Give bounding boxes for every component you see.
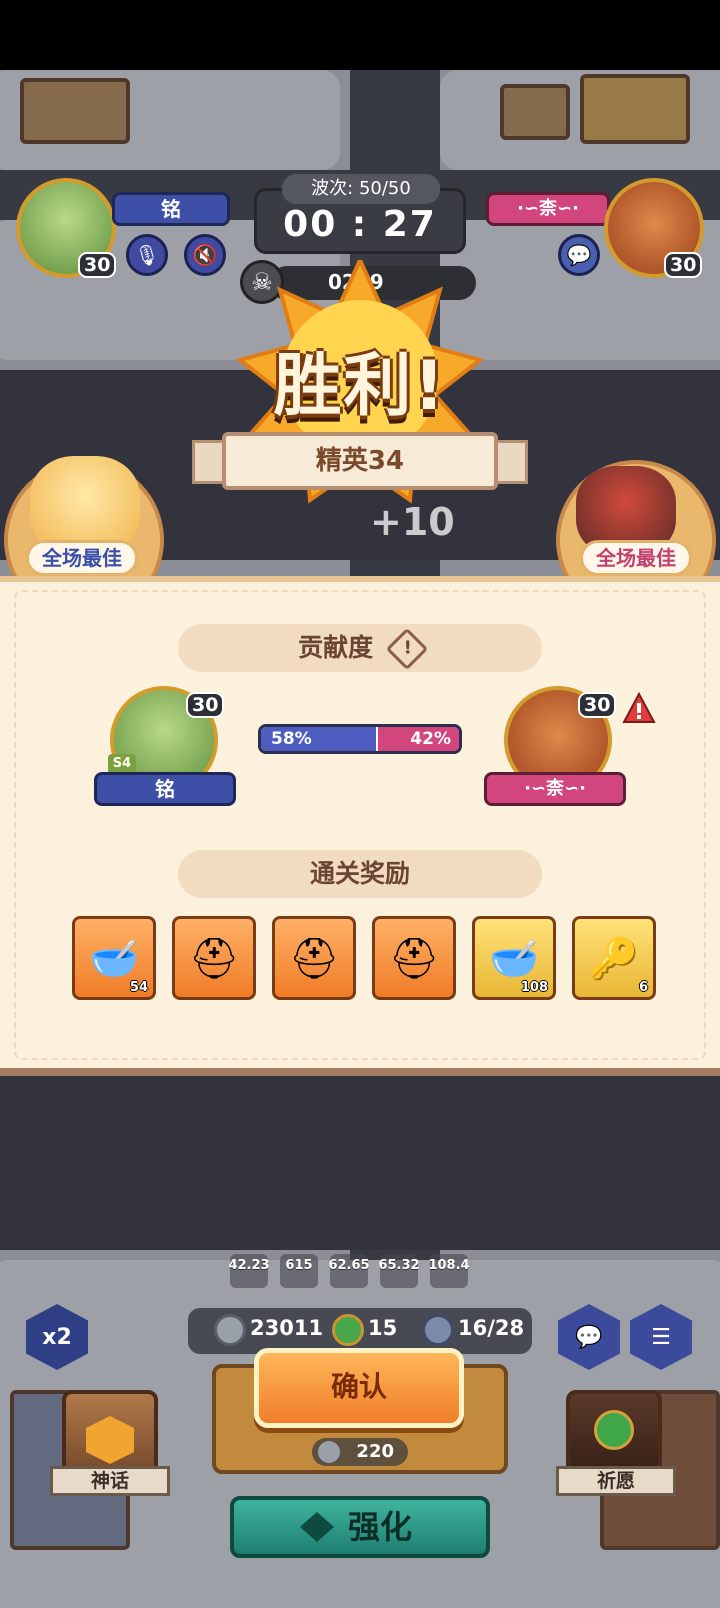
mvp-left-badge: 全场最佳 <box>26 540 138 576</box>
reward-item[interactable]: ⛑ <box>172 916 256 1000</box>
reward-item[interactable]: 🥣 108 <box>472 916 556 1000</box>
countdown-timer: 00 : 27 <box>283 204 437 245</box>
gold-key-icon: 🔑 <box>589 935 639 982</box>
stat-value: 108.4 <box>428 1258 470 1273</box>
player-left-level: 30 <box>78 252 117 278</box>
wish-label[interactable]: 祈愿 <box>556 1466 676 1496</box>
reward-count: 54 <box>129 980 148 995</box>
reward-item[interactable]: 🥣 54 <box>72 916 156 1000</box>
stat-value: 62.65 <box>328 1258 370 1273</box>
golden-bowl-icon: 🥣 <box>489 935 539 982</box>
blue-helmet-icon: ⛑ <box>188 935 240 982</box>
bonus-popup: +10 <box>370 500 455 544</box>
wave-counter: 波次: 50/50 <box>282 174 440 204</box>
info-icon[interactable]: ! <box>385 627 429 671</box>
chat-icon: 💬 <box>575 1324 603 1350</box>
rank-badge: S4 <box>108 754 136 774</box>
menu-icon: ☰ <box>651 1324 671 1350</box>
stage-banner: 精英34 <box>222 432 498 490</box>
rewards-list: 🥣 54 ⛑ ⛑ ⛑ 🥣 108 🔑 6 <box>72 916 662 1002</box>
contribution-left-fill: 58% <box>261 727 376 751</box>
player-right-level: 30 <box>664 252 703 278</box>
sound-muted-icon[interactable]: 🔇 <box>184 234 226 276</box>
clover-icon <box>594 1410 634 1450</box>
reward-count: 108 <box>520 980 548 995</box>
contribution-right-name: ·∽柰∽· <box>484 772 626 806</box>
myth-label[interactable]: 神话 <box>50 1466 170 1496</box>
reward-item[interactable]: 🔑 6 <box>572 916 656 1000</box>
contribution-bar: 58% 42% <box>258 724 462 754</box>
coin-icon <box>318 1441 340 1463</box>
contribution-left-level: 30 <box>186 692 225 718</box>
rewards-header: 通关奖励 <box>178 850 542 898</box>
contribution-right-fill: 42% <box>375 727 459 751</box>
confirm-button[interactable]: 确认 <box>254 1348 464 1428</box>
unit-count: 16/28 <box>458 1316 525 1340</box>
clover-count: 15 <box>368 1316 398 1340</box>
blue-helmet-icon: ⛑ <box>388 935 440 982</box>
reward-count: 6 <box>638 980 648 995</box>
unit-icon <box>422 1314 454 1346</box>
coin-count: 23011 <box>250 1316 324 1340</box>
stat-value: 615 <box>285 1258 313 1273</box>
summon-cost: 220 <box>312 1438 408 1466</box>
contribution-title: 贡献度 <box>298 633 374 662</box>
stat-value: 65.32 <box>378 1258 420 1273</box>
myth-emblem-icon <box>86 1416 134 1464</box>
warning-icon[interactable] <box>622 692 656 724</box>
chat-bubble-icon[interactable]: 💬 <box>558 234 600 276</box>
victory-title: 胜利! <box>273 347 447 426</box>
stat-value: 42.23 <box>228 1258 270 1273</box>
summon-cost-value: 220 <box>356 1441 394 1462</box>
contribution-left-name: 铭 <box>94 772 236 806</box>
contribution-right-level: 30 <box>578 692 617 718</box>
enhance-label: 强化 <box>347 1508 412 1546</box>
golden-bowl-icon: 🥣 <box>89 935 139 982</box>
player-left-name: 铭 <box>112 192 230 226</box>
coin-icon <box>214 1314 246 1346</box>
upgrade-arrow-icon <box>300 1512 334 1542</box>
contribution-header: 贡献度 ! <box>178 624 542 672</box>
enhance-button[interactable]: 强化 <box>230 1496 490 1558</box>
game-screen: 30 铭 🎙 🔇 波次: 50/50 00 : 27 0209 ☠ ·∽柰∽· … <box>0 0 720 1608</box>
reward-item[interactable]: ⛑ <box>372 916 456 1000</box>
player-right-name: ·∽柰∽· <box>486 192 610 226</box>
clover-icon <box>332 1314 364 1346</box>
blue-helmet-icon: ⛑ <box>288 935 340 982</box>
reward-item[interactable]: ⛑ <box>272 916 356 1000</box>
status-bar <box>0 0 720 70</box>
mvp-right-badge: 全场最佳 <box>580 540 692 576</box>
mic-muted-icon[interactable]: 🎙 <box>126 234 168 276</box>
